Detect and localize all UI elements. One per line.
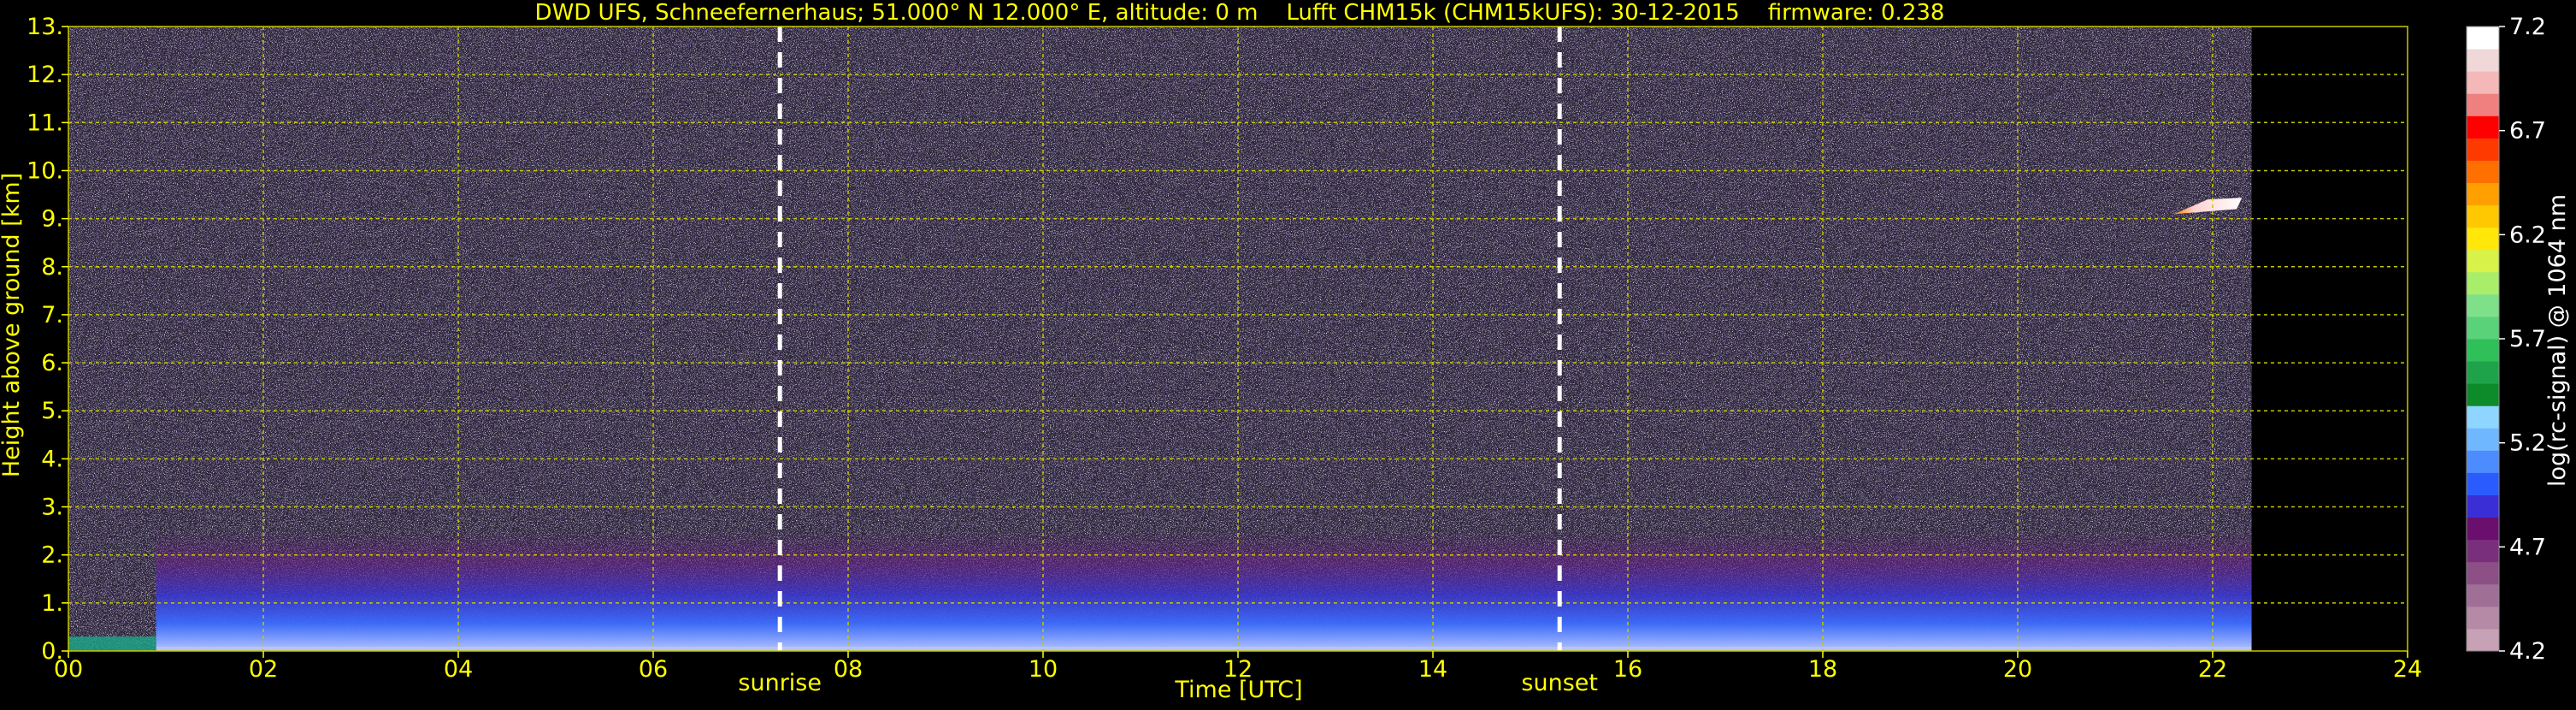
colorbar-segment [2467, 494, 2499, 518]
colorbar-segment [2467, 27, 2499, 50]
y-tick-label: 7. [41, 302, 63, 328]
colorbar-segment [2467, 628, 2499, 652]
y-tick-label: 5. [41, 398, 63, 424]
colorbar-tick-label: 5.2 [2509, 430, 2546, 457]
colorbar-tick-label: 6.7 [2509, 118, 2546, 145]
y-tick-label: 12. [27, 62, 63, 88]
colorbar-segment [2467, 204, 2499, 228]
x-tick-label: 18 [1808, 656, 1837, 683]
colorbar-segment [2467, 316, 2499, 340]
y-tick-label: 11. [27, 109, 63, 136]
colorbar-segment [2467, 138, 2499, 161]
colorbar-segment [2467, 361, 2499, 384]
colorbar-tick-label: 7.2 [2509, 14, 2546, 40]
y-tick-label: 6. [41, 350, 63, 376]
y-tick-label: 8. [41, 254, 63, 281]
y-tick-label: 10. [27, 157, 63, 184]
colorbar-tick-label: 4.7 [2509, 534, 2546, 560]
x-tick-label: 16 [1613, 656, 1642, 683]
x-tick-label: 22 [2198, 656, 2227, 683]
surface-layer [156, 646, 2252, 651]
colorbar-tick-label: 4.2 [2509, 638, 2546, 665]
colorbar-segment [2467, 339, 2499, 362]
colorbar-segment [2467, 93, 2499, 116]
colorbar-segment [2467, 517, 2499, 541]
ceilometer-figure: sunrise sunset 00 02 04 06 08 10 12 14 16 18 20 22 24… [0, 0, 2576, 707]
x-tick-label: 04 [444, 656, 473, 683]
x-tick-label: 10 [1029, 656, 1058, 683]
colorbar-tick-label: 6.2 [2509, 222, 2546, 248]
colorbar-segment [2467, 182, 2499, 206]
colorbar-segment [2467, 271, 2499, 295]
no-data-region [2251, 27, 2408, 651]
colorbar-segment [2467, 249, 2499, 273]
colorbar-segment [2467, 115, 2499, 139]
x-tick-label: 14 [1418, 656, 1447, 683]
colorbar-segment [2467, 293, 2499, 317]
x-tick-label: 20 [2003, 656, 2032, 683]
y-tick-label: 4. [41, 446, 63, 472]
y-tick-label: 3. [41, 494, 63, 521]
colorbar-segment [2467, 71, 2499, 94]
colorbar-segment [2467, 606, 2499, 630]
y-tick-label: 0. [41, 638, 63, 665]
y-tick-label: 1. [41, 590, 63, 617]
x-tick-label: 24 [2393, 656, 2422, 683]
y-tick-label: 9. [41, 206, 63, 233]
colorbar-segment [2467, 49, 2499, 72]
x-tick-label: 08 [834, 656, 863, 683]
colorbar-segment [2467, 472, 2499, 495]
boundary-layer [156, 530, 2252, 647]
colorbar-segment [2467, 383, 2499, 406]
marker-label-sunrise: sunrise [738, 670, 822, 696]
chart-svg: sunrise sunset 00 02 04 06 08 10 12 14 16 18 20 22 24… [0, 0, 2571, 703]
colorbar-segment [2467, 405, 2499, 429]
colorbar-segment [2467, 227, 2499, 251]
y-tick-label: 2. [41, 542, 63, 569]
x-tick-label: 06 [639, 656, 668, 683]
colorbar-segment [2467, 160, 2499, 183]
early-surface-layer [68, 636, 156, 651]
colorbar-segment [2467, 428, 2499, 451]
colorbar-segment [2467, 539, 2499, 563]
colorbar-label: log(rc-signal) @ 1064 nm [2544, 194, 2571, 487]
colorbar-segment [2467, 561, 2499, 585]
colorbar-segment [2467, 450, 2499, 473]
x-tick-label: 02 [249, 656, 278, 683]
y-axis-label: Height above ground [km] [0, 173, 25, 477]
marker-label-sunset: sunset [1521, 670, 1598, 696]
colorbar-segment [2467, 583, 2499, 607]
y-tick-label: 13. [27, 14, 63, 40]
chart-title: DWD UFS, Schneefernerhaus; 51.000° N 12.… [535, 0, 1945, 26]
x-axis-label: Time [UTC] [1174, 677, 1302, 703]
colorbar-tick-label: 5.7 [2509, 326, 2546, 352]
